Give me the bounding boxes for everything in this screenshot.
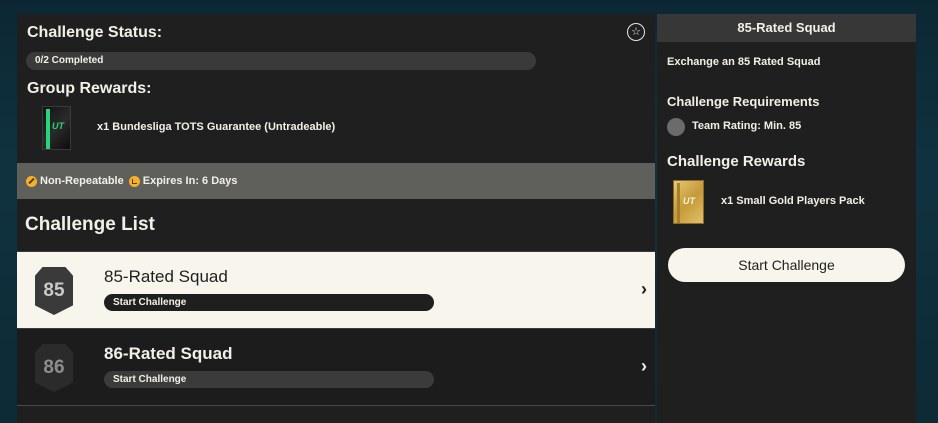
rewards-title: Challenge Rewards xyxy=(667,153,806,170)
gold-pack-image: UT xyxy=(673,180,704,224)
rating-badge-icon: 86 xyxy=(35,344,73,392)
challenge-list-footer xyxy=(17,405,655,423)
detail-description: Exchange an 85 Rated Squad xyxy=(667,56,821,68)
tots-pack-image: UT xyxy=(42,106,71,150)
challenge-title: 86-Rated Squad xyxy=(104,344,233,363)
challenge-row-86[interactable]: 86 86-Rated Squad Start Challenge › xyxy=(17,328,655,405)
info-bar: Non-Repeatable Expires In: 6 Days xyxy=(17,163,655,199)
challenge-list-title: Challenge List xyxy=(17,199,655,251)
status-section: Challenge Status: ☆ 0/2 Completed Group … xyxy=(17,14,655,163)
pack-logo: UT xyxy=(52,121,64,131)
challenge-title: 85-Rated Squad xyxy=(104,267,228,286)
pack-stripe xyxy=(677,183,680,223)
pack-logo: UT xyxy=(683,196,695,206)
challenge-detail-panel: 85-Rated Squad Exchange an 85 Rated Squa… xyxy=(657,14,916,423)
detail-header: 85-Rated Squad xyxy=(657,14,916,42)
expires-label: Expires In: 6 Days xyxy=(142,175,238,187)
challenge-panel: Challenge Status: ☆ 0/2 Completed Group … xyxy=(17,14,655,423)
start-challenge-pill[interactable]: Start Challenge xyxy=(104,294,434,311)
challenge-row-85[interactable]: 85 85-Rated Squad Start Challenge › xyxy=(17,251,655,328)
reward-text: x1 Small Gold Players Pack xyxy=(721,195,865,207)
clock-icon xyxy=(128,175,140,187)
group-rewards-title: Group Rewards: xyxy=(27,80,152,97)
chevron-right-icon[interactable]: › xyxy=(641,356,647,377)
start-challenge-pill[interactable]: Start Challenge xyxy=(104,371,434,388)
start-challenge-button[interactable]: Start Challenge xyxy=(668,248,905,282)
challenge-status-title: Challenge Status: xyxy=(27,24,163,41)
requirement-status-icon xyxy=(667,118,685,136)
non-repeatable-label: Non-Repeatable xyxy=(40,175,124,187)
star-icon[interactable]: ☆ xyxy=(627,23,645,41)
progress-text: 0/2 Completed xyxy=(35,55,104,66)
requirement-text: Team Rating: Min. 85 xyxy=(692,120,802,132)
chevron-right-icon[interactable]: › xyxy=(641,279,647,300)
pack-stripe xyxy=(46,109,50,149)
rating-badge-icon: 85 xyxy=(35,267,73,315)
progress-bar: 0/2 Completed xyxy=(26,52,536,70)
requirements-title: Challenge Requirements xyxy=(667,94,820,109)
group-reward-text: x1 Bundesliga TOTS Guarantee (Untradeabl… xyxy=(97,121,336,133)
non-repeatable-icon xyxy=(26,175,37,187)
